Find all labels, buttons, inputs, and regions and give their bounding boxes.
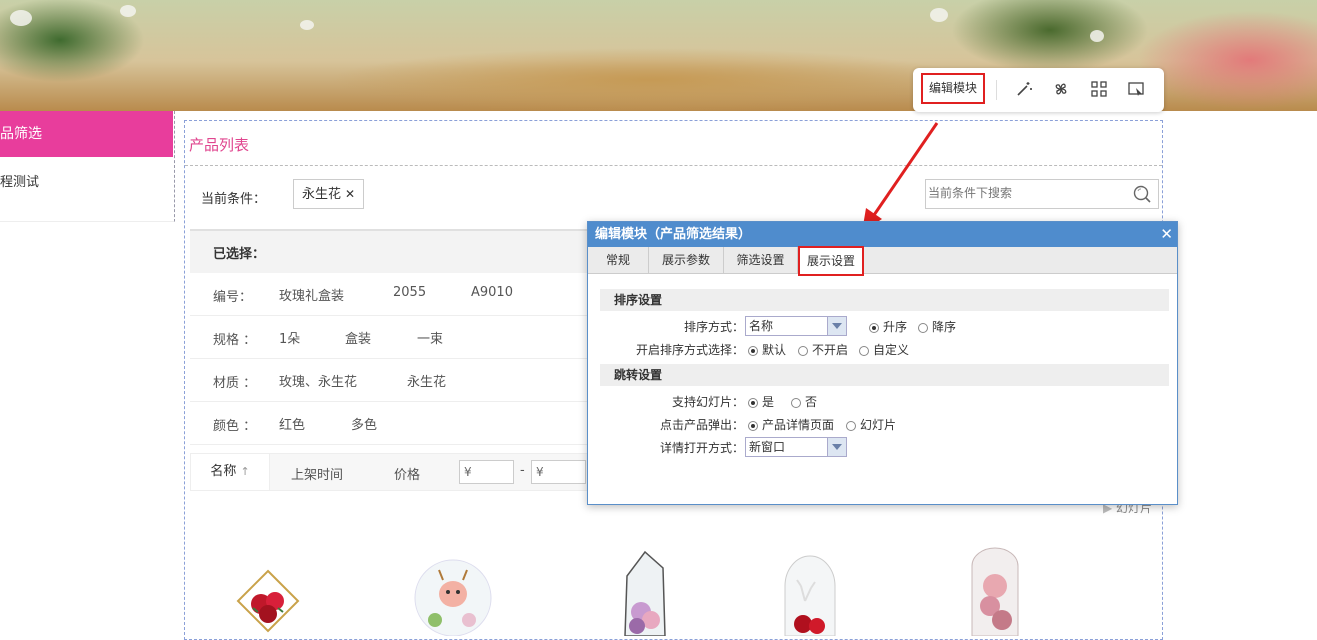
filter-option[interactable]: 2055 (393, 285, 426, 300)
magic-wand-icon[interactable] (1014, 80, 1034, 100)
sort-by-name-button[interactable]: 名称 ↑ (191, 454, 270, 490)
search-box (925, 179, 1159, 209)
click-popup-label: 点击产品弹出： (659, 418, 744, 432)
toolbar-divider (996, 80, 997, 100)
product-image[interactable] (615, 546, 675, 636)
product-image[interactable] (960, 546, 1030, 636)
product-image[interactable] (775, 546, 845, 636)
price-dash: - (520, 463, 525, 478)
tab-general[interactable]: 常规 (588, 247, 649, 273)
radio-label: 否 (805, 395, 818, 409)
radio-label: 升序 (883, 320, 908, 334)
tab-display-params[interactable]: 展示参数 (649, 247, 724, 273)
radio-dot (748, 398, 758, 408)
filter-option[interactable]: 红色 (279, 414, 305, 433)
radio-label: 不开启 (812, 343, 849, 357)
nav-item-product-filter[interactable]: 品筛选 (0, 111, 173, 157)
window-cursor-icon[interactable] (1126, 80, 1146, 100)
filter-option[interactable]: 玫瑰、永生花 (279, 371, 357, 390)
filter-option[interactable]: 盒装 (345, 328, 371, 347)
sort-select-label: 开启排序方式选择： (635, 343, 744, 357)
radio-dot (846, 421, 856, 431)
left-nav: 品筛选 程测试 (0, 111, 175, 222)
chevron-down-icon (827, 317, 846, 335)
module-title: 产品列表 (189, 136, 250, 154)
section-sort-settings: 排序设置 (600, 289, 1169, 311)
open-mode-value: 新窗口 (749, 440, 786, 454)
sort-name-label: 名称 (210, 464, 237, 479)
product-image[interactable] (233, 546, 303, 636)
filter-option[interactable]: A9010 (471, 285, 513, 300)
slide-support-label: 支持幻灯片： (671, 395, 744, 409)
filter-label: 规格 ： (213, 333, 257, 348)
remove-tag-icon[interactable]: ✕ (345, 187, 355, 201)
radio-click-slide[interactable]: 幻灯片 (846, 416, 896, 433)
open-mode-select[interactable]: 新窗口 (745, 437, 847, 457)
radio-off[interactable]: 不开启 (798, 341, 848, 358)
radio-default[interactable]: 默认 (748, 341, 786, 358)
sort-mode-value: 名称 (749, 319, 774, 333)
divider (185, 165, 1162, 166)
section-jump-settings: 跳转设置 (600, 364, 1169, 386)
filter-option[interactable]: 多色 (351, 414, 377, 433)
radio-click-detail[interactable]: 产品详情页面 (748, 416, 834, 433)
filter-label: 颜色 ： (213, 419, 257, 434)
radio-label: 是 (762, 395, 775, 409)
grid-layout-icon[interactable] (1089, 80, 1109, 100)
radio-custom[interactable]: 自定义 (859, 341, 909, 358)
radio-dot (918, 323, 928, 333)
filter-option[interactable]: 玫瑰礼盒装 (279, 285, 344, 304)
condition-label: 当前条件： (201, 192, 267, 207)
radio-dot (859, 346, 869, 356)
sort-mode-select[interactable]: 名称 (745, 316, 847, 336)
sort-by-time-button[interactable]: 上架时间 (291, 464, 343, 483)
dialog-tabs: 常规 展示参数 筛选设置 展示设置 (588, 246, 1177, 276)
condition-tag-label: 永生花 (302, 187, 342, 202)
radio-label: 幻灯片 (860, 418, 897, 432)
tab-display-settings[interactable]: 展示设置 (798, 246, 864, 276)
open-mode-label: 详情打开方式： (659, 441, 744, 455)
filter-option[interactable]: 一束 (417, 328, 443, 347)
chevron-down-icon (827, 438, 846, 456)
tab-filter-settings[interactable]: 筛选设置 (724, 247, 798, 273)
close-icon[interactable]: ✕ (1160, 224, 1173, 244)
radio-dot (748, 346, 758, 356)
search-input[interactable] (926, 180, 1118, 206)
radio-dot (791, 398, 801, 408)
edit-module-dialog: 编辑模块（产品筛选结果） ✕ 常规 展示参数 筛选设置 展示设置 排序设置 排序… (587, 221, 1178, 505)
price-min-input[interactable]: ¥ (459, 460, 514, 484)
selected-label: 已选择： (213, 247, 266, 262)
filter-label: 编号： (213, 290, 253, 305)
radio-dot (869, 323, 879, 333)
condition-tag[interactable]: 永生花 ✕ (293, 179, 365, 209)
sort-by-price-button[interactable]: 价格 (394, 464, 420, 483)
edit-module-button[interactable]: 编辑模块 (921, 73, 985, 104)
module-toolbar: 编辑模块 (913, 68, 1164, 112)
radio-dot (798, 346, 808, 356)
radio-label: 降序 (932, 320, 957, 334)
radio-descending[interactable]: 降序 (918, 318, 956, 335)
radio-slide-no[interactable]: 否 (791, 393, 817, 410)
dialog-title: 编辑模块（产品筛选结果） ✕ (588, 222, 1177, 247)
nav-item-test[interactable]: 程测试 (0, 171, 39, 190)
radio-label: 自定义 (873, 343, 910, 357)
filter-label: 材质 ： (213, 376, 257, 391)
filter-option[interactable]: 永生花 (407, 371, 446, 390)
sort-arrow-icon: ↑ (240, 465, 250, 478)
filter-option[interactable]: 1朵 (279, 328, 300, 347)
pinwheel-icon[interactable] (1051, 80, 1071, 100)
product-image[interactable] (413, 546, 493, 636)
radio-slide-yes[interactable]: 是 (748, 393, 774, 410)
radio-label: 默认 (762, 343, 787, 357)
dialog-title-text: 编辑模块（产品筛选结果） (595, 227, 752, 242)
radio-ascending[interactable]: 升序 (869, 318, 907, 335)
search-icon[interactable] (1132, 184, 1152, 204)
price-max-input[interactable]: ¥ (531, 460, 586, 484)
sort-mode-label: 排序方式： (683, 320, 744, 334)
radio-label: 产品详情页面 (762, 418, 835, 432)
radio-dot (748, 421, 758, 431)
